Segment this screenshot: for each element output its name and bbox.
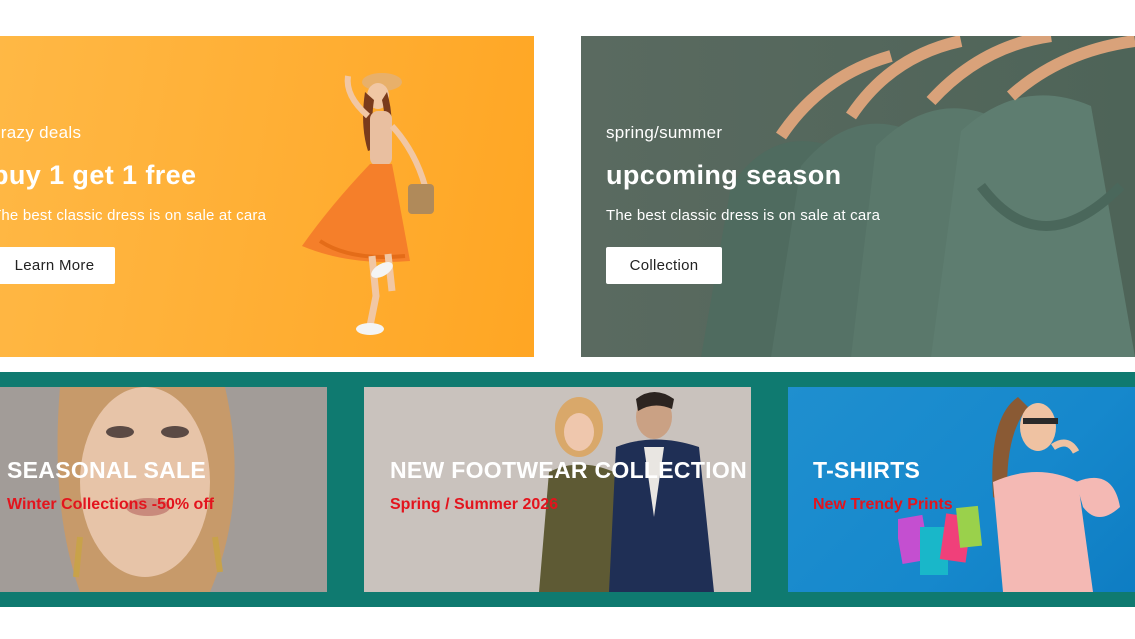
promo-strip: SEASONAL SALE Winter Collections -50% of… — [0, 372, 1135, 607]
woman-portrait-image — [57, 387, 235, 592]
promo-card-title: NEW FOOTWEAR COLLECTION — [390, 457, 747, 483]
promo-card-subtitle: Winter Collections -50% off — [7, 496, 214, 513]
hero-banner-deals: crazy deals buy 1 get 1 free The best cl… — [0, 36, 534, 357]
tshirts-on-hangers-image — [701, 36, 1135, 357]
banner-subtitle: The best classic dress is on sale at car… — [0, 207, 267, 224]
banner-subtitle: The best classic dress is on sale at car… — [606, 207, 881, 224]
woman-in-orange-dress-image — [302, 73, 434, 335]
promo-card-title: T-SHIRTS — [813, 457, 921, 483]
couple-in-jackets-image — [539, 392, 714, 592]
banner-eyebrow: crazy deals — [0, 123, 82, 142]
promo-card-tshirts[interactable]: T-SHIRTS New Trendy Prints — [788, 387, 1135, 592]
promo-card-subtitle: Spring / Summer 2026 — [390, 496, 559, 513]
banner-eyebrow: spring/summer — [606, 123, 723, 142]
banner-headline: buy 1 get 1 free — [0, 160, 197, 190]
promo-card-new-footwear[interactable]: NEW FOOTWEAR COLLECTION Spring / Summer … — [364, 387, 751, 592]
woman-with-shopping-bags-image — [898, 397, 1120, 592]
promo-card-subtitle: New Trendy Prints — [813, 496, 953, 513]
hero-banner-season: spring/summer upcoming season The best c… — [581, 36, 1135, 357]
learn-more-button[interactable]: Learn More — [0, 247, 115, 284]
banner-headline: upcoming season — [606, 160, 842, 190]
collection-button[interactable]: Collection — [606, 247, 722, 284]
promo-card-title: SEASONAL SALE — [7, 457, 207, 483]
promo-card-seasonal-sale[interactable]: SEASONAL SALE Winter Collections -50% of… — [0, 387, 327, 592]
